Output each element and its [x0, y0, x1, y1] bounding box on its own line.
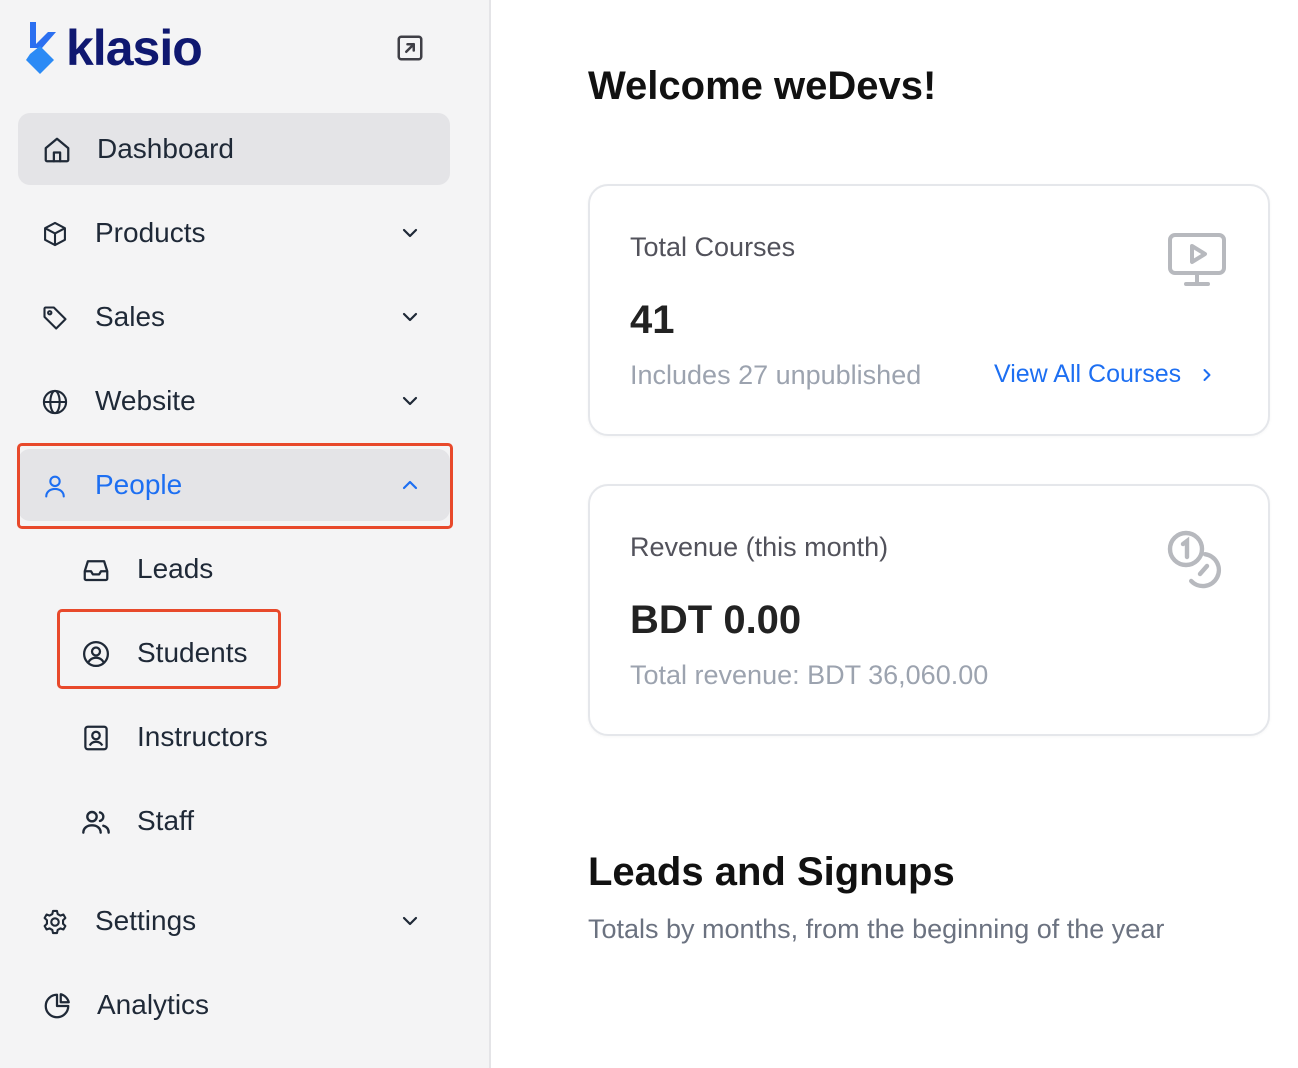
total-courses-card: Total Courses 41 Includes 27 unpublished…: [588, 184, 1270, 436]
id-badge-icon: [80, 722, 112, 754]
user-circle-icon: [80, 638, 112, 670]
revenue-card: Revenue (this month) BDT 0.00 Total reve…: [588, 484, 1270, 736]
sidebar-item-label: Staff: [137, 805, 195, 836]
sidebar-item-label: Website: [95, 385, 196, 416]
card-subtitle: Total revenue: BDT 36,060.00: [630, 660, 989, 690]
chevron-down-icon: [396, 387, 424, 415]
sidebar-item-label: Sales: [95, 301, 166, 332]
home-icon: [42, 135, 72, 165]
section-title: Leads and Signups: [588, 850, 955, 894]
chevron-right-icon: [1197, 365, 1217, 385]
sidebar-item-analytics[interactable]: Analytics: [18, 969, 450, 1041]
section-subtitle: Totals by months, from the beginning of …: [588, 914, 1165, 944]
chevron-down-icon: [396, 907, 424, 935]
card-title: Revenue (this month): [630, 532, 889, 562]
sidebar-subitem-students[interactable]: Students: [60, 617, 320, 689]
sidebar-subitem-staff[interactable]: Staff: [60, 785, 320, 857]
sidebar-item-label: Students: [137, 637, 248, 668]
sidebar-item-settings[interactable]: Settings: [18, 885, 450, 957]
sidebar-item-label: Leads: [137, 553, 214, 584]
card-value: 41: [630, 298, 675, 342]
chevron-down-icon: [396, 303, 424, 331]
sidebar-item-label: Analytics: [97, 989, 210, 1020]
link-label: View All Courses: [994, 360, 1182, 388]
sidebar-subitem-instructors[interactable]: Instructors: [60, 701, 320, 773]
sidebar-item-label: Dashboard: [97, 133, 234, 164]
sidebar: klasio Dashboard Products Sales Website …: [0, 0, 491, 1068]
monitor-play-icon: [1166, 230, 1228, 290]
brand-logo[interactable]: klasio: [24, 18, 203, 78]
sidebar-subitem-leads[interactable]: Leads: [60, 533, 320, 605]
sidebar-item-people[interactable]: People: [18, 449, 450, 521]
users-icon: [80, 806, 112, 838]
klasio-logo-icon: [26, 22, 56, 74]
globe-icon: [40, 387, 70, 417]
inbox-icon: [80, 554, 112, 586]
chevron-up-icon: [396, 471, 424, 499]
sidebar-item-label: Settings: [95, 905, 197, 936]
chevron-down-icon: [396, 219, 424, 247]
main-content: Welcome weDevs! Total Courses 41 Include…: [493, 0, 1298, 1068]
brand-name: klasio: [66, 20, 203, 76]
user-icon: [40, 471, 70, 501]
card-subtitle: Includes 27 unpublished: [630, 360, 922, 390]
open-in-new-icon: [397, 35, 423, 61]
cube-icon: [40, 219, 70, 249]
open-in-new-button[interactable]: [393, 31, 427, 65]
pie-chart-icon: [42, 991, 72, 1021]
sidebar-item-website[interactable]: Website: [18, 365, 450, 437]
tag-icon: [40, 303, 70, 333]
card-value: BDT 0.00: [630, 598, 802, 642]
page-title: Welcome weDevs!: [588, 64, 937, 108]
card-title: Total Courses: [630, 232, 796, 262]
sidebar-item-label: Products: [95, 217, 206, 248]
sidebar-item-dashboard[interactable]: Dashboard: [18, 113, 450, 185]
view-all-courses-link[interactable]: View All Courses: [994, 360, 1217, 389]
sidebar-item-label: Instructors: [137, 721, 268, 752]
sidebar-item-sales[interactable]: Sales: [18, 281, 450, 353]
sidebar-item-products[interactable]: Products: [18, 197, 450, 269]
coins-icon: [1166, 530, 1228, 590]
sidebar-item-label: People: [95, 469, 183, 500]
gear-icon: [40, 907, 70, 937]
